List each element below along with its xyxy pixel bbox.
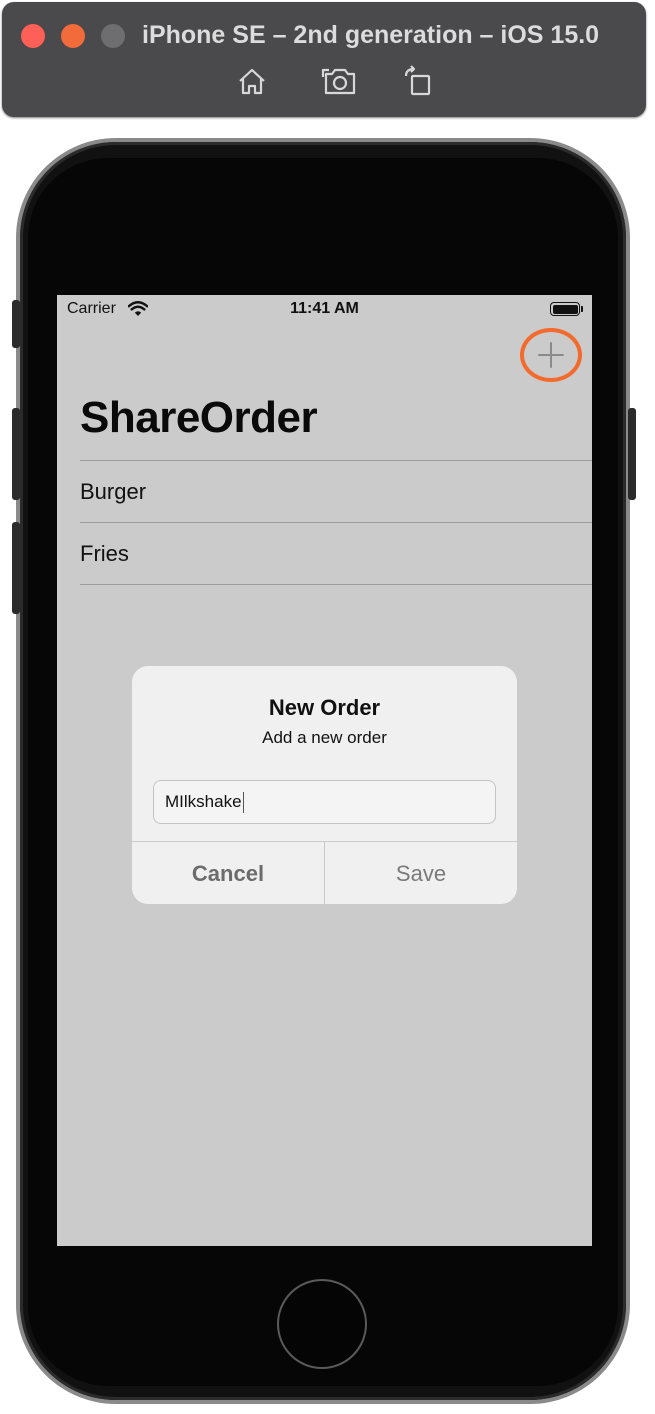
power-button (628, 408, 636, 500)
save-button[interactable]: Save (325, 842, 517, 904)
mute-switch (12, 300, 20, 348)
add-order-button[interactable] (520, 328, 582, 382)
alert-actions: Cancel Save (132, 841, 517, 904)
window-title: iPhone SE – 2nd generation – iOS 15.0 (142, 21, 600, 49)
battery-icon (550, 302, 580, 316)
home-button[interactable] (277, 1279, 367, 1369)
home-icon[interactable] (232, 62, 272, 102)
volume-up-button (12, 408, 20, 500)
cancel-button[interactable]: Cancel (132, 842, 325, 904)
volume-down-button (12, 522, 20, 614)
status-bar: Carrier 11:41 AM (57, 295, 592, 325)
window-minimize-button[interactable] (61, 24, 85, 48)
list-item[interactable]: Burger (80, 460, 592, 522)
order-list: Burger Fries (80, 460, 592, 585)
new-order-alert: New Order Add a new order MIlkshake Canc… (132, 666, 517, 904)
text-caret (242, 792, 245, 814)
battery-cap (581, 306, 583, 312)
status-time: 11:41 AM (290, 300, 359, 317)
rotate-icon[interactable] (399, 62, 439, 102)
order-name-field[interactable]: MIlkshake (153, 780, 496, 824)
camera-icon[interactable] (320, 62, 360, 102)
order-name-value: MIlkshake (165, 792, 242, 811)
window-close-button[interactable] (21, 24, 45, 48)
list-item[interactable]: Fries (80, 522, 592, 585)
page-title: ShareOrder (80, 393, 318, 442)
alert-title: New Order (268, 695, 381, 720)
alert-message: Add a new order (262, 728, 387, 747)
plus-icon (538, 342, 564, 368)
device-screen: Carrier 11:41 AM ShareOrder Burger Fries… (57, 295, 592, 1246)
simulator-titlebar: iPhone SE – 2nd generation – iOS 15.0 (2, 2, 646, 117)
window-zoom-button[interactable] (101, 24, 125, 48)
